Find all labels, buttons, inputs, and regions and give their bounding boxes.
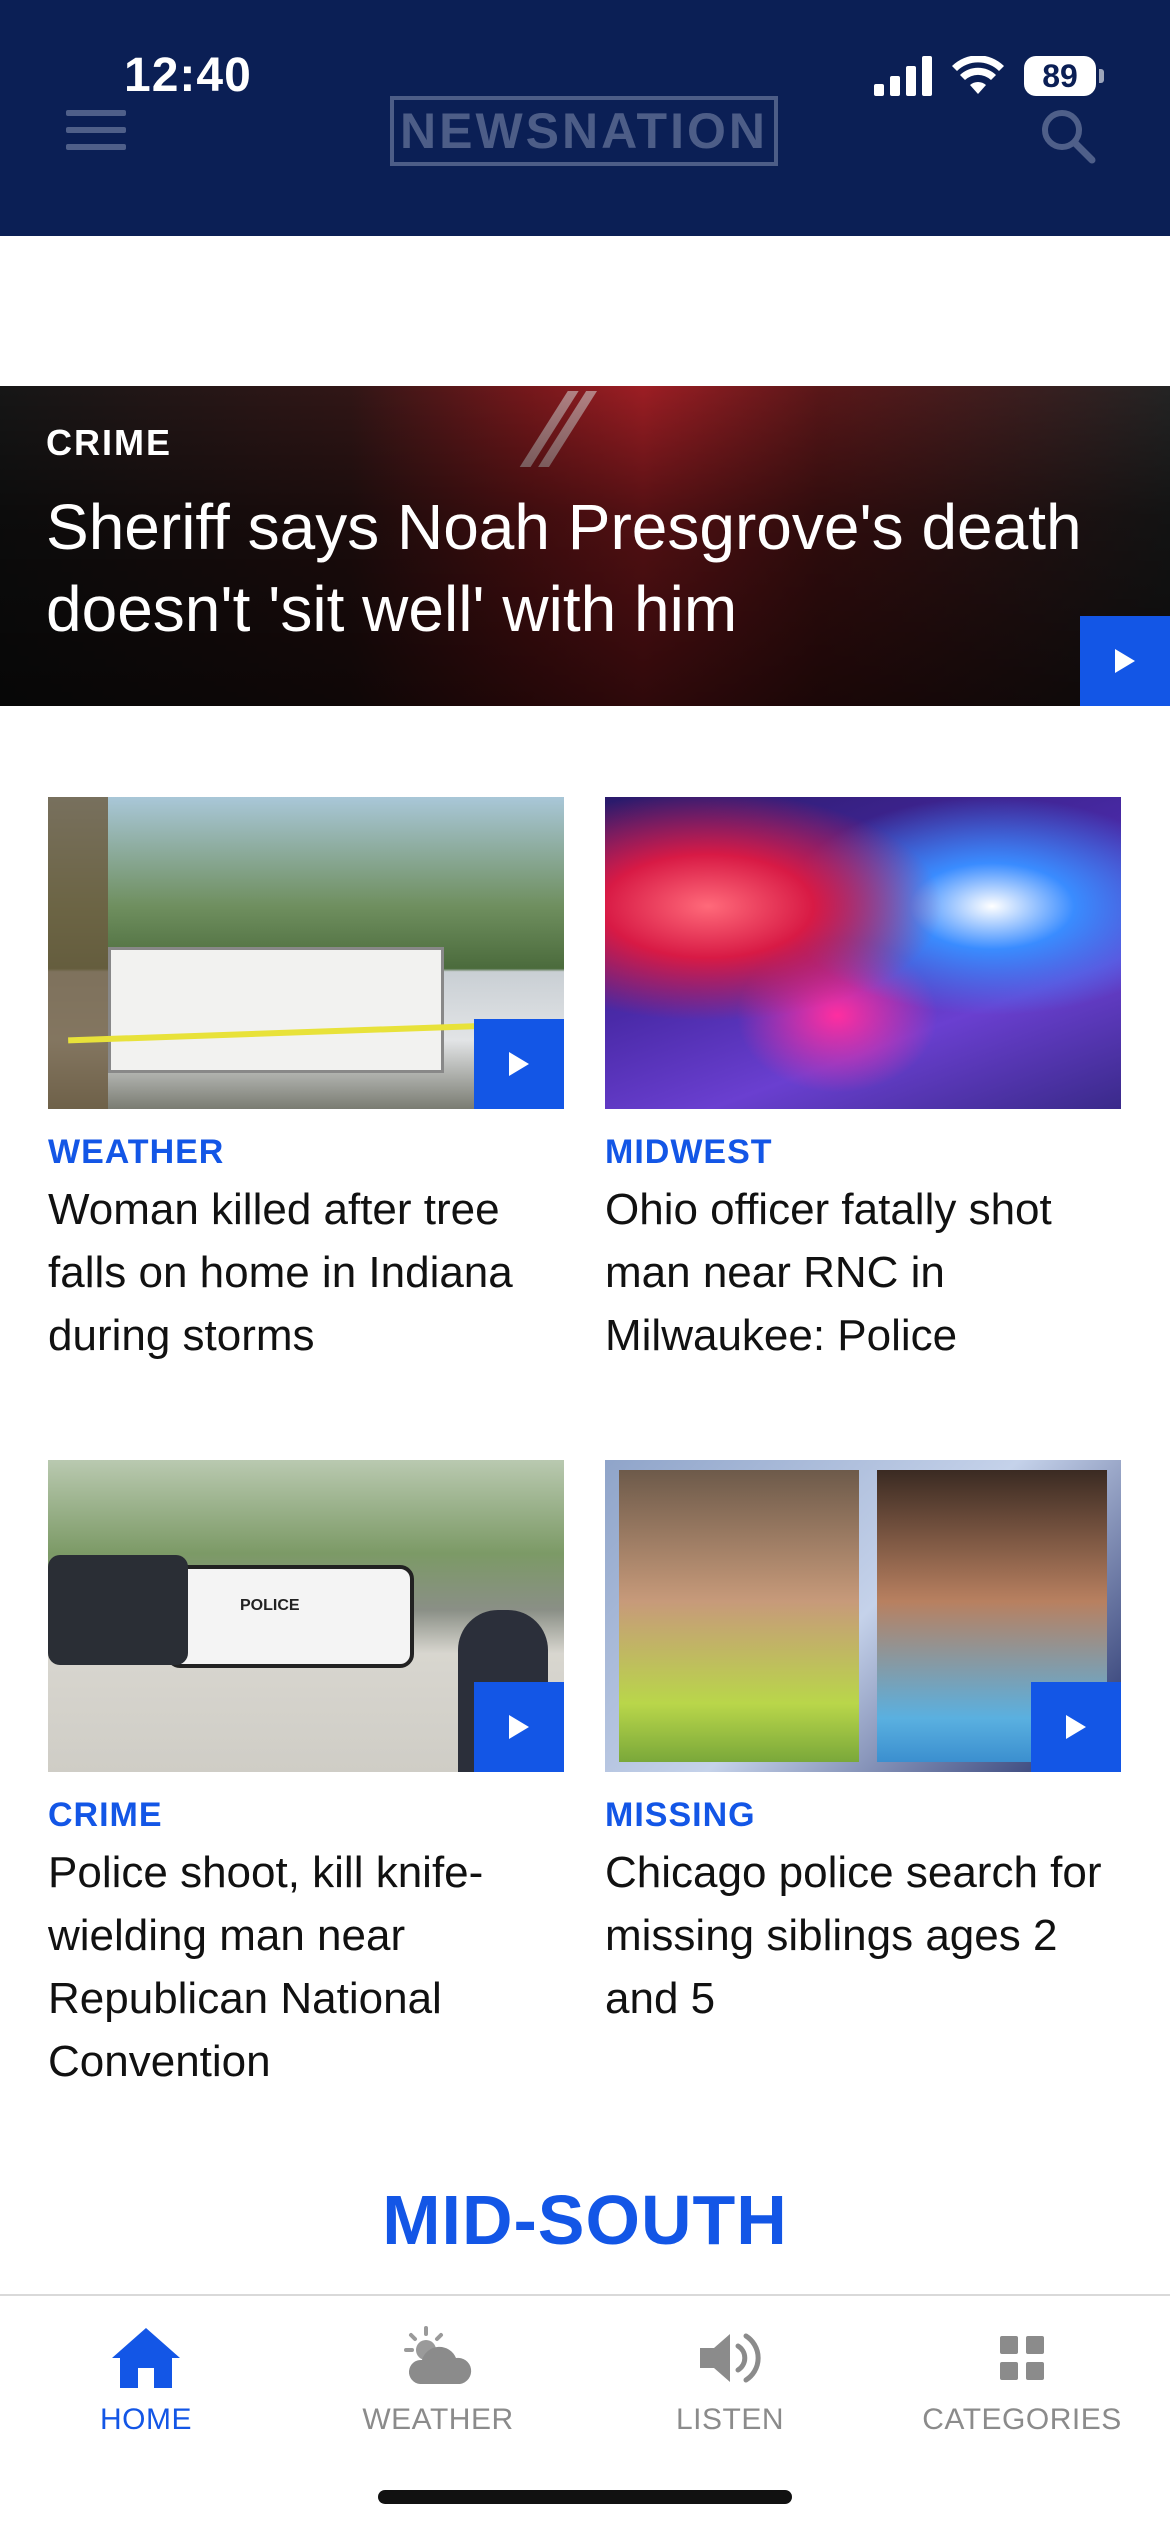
story-card-missing[interactable]: MISSING Chicago police search for missin… bbox=[605, 1460, 1121, 2030]
menu-line bbox=[66, 110, 126, 116]
speaker-icon bbox=[700, 2333, 761, 2383]
child-photo-left bbox=[619, 1470, 859, 1762]
story-title[interactable]: Chicago police search for missing siblin… bbox=[605, 1841, 1121, 2030]
story-thumbnail[interactable] bbox=[605, 797, 1121, 1109]
tree-trunk-shape bbox=[48, 797, 108, 1109]
menu-line bbox=[66, 144, 126, 150]
police-car-text: POLICE bbox=[240, 1597, 300, 1614]
story-card-midwest[interactable]: MIDWEST Ohio officer fatally shot man ne… bbox=[605, 797, 1121, 1367]
play-icon bbox=[1066, 1715, 1086, 1739]
home-icon bbox=[112, 2328, 180, 2388]
hero-category: CRIME bbox=[46, 422, 172, 463]
grid-icon bbox=[1000, 2336, 1044, 2380]
story-title[interactable]: Woman killed after tree falls on home in… bbox=[48, 1178, 564, 1367]
play-button[interactable] bbox=[474, 1019, 564, 1109]
police-car-shape: POLICE bbox=[166, 1565, 414, 1668]
play-icon bbox=[1115, 649, 1135, 673]
weather-icon bbox=[404, 2326, 472, 2384]
tab-home[interactable]: HOME bbox=[0, 2326, 292, 2437]
menu-line bbox=[66, 127, 126, 133]
story-title[interactable]: Ohio officer fatally shot man near RNC i… bbox=[605, 1178, 1121, 1367]
tab-label: CATEGORIES bbox=[922, 2403, 1122, 2436]
story-thumbnail[interactable] bbox=[48, 797, 564, 1109]
story-category[interactable]: MIDWEST bbox=[605, 1133, 1121, 1172]
wifi-icon bbox=[952, 56, 1004, 94]
suv-shape bbox=[48, 1555, 188, 1665]
story-category[interactable]: CRIME bbox=[48, 1796, 564, 1835]
app-header: 12:40 89 NEWSNATION bbox=[0, 0, 1170, 236]
tab-weather[interactable]: WEATHER bbox=[292, 2326, 584, 2437]
battery-indicator: 89 bbox=[1024, 56, 1104, 96]
menu-button[interactable] bbox=[66, 110, 126, 150]
story-card-crime[interactable]: POLICE CRIME Police shoot, kill knife-wi… bbox=[48, 1460, 564, 2093]
play-icon bbox=[509, 1715, 529, 1739]
house-shape bbox=[108, 947, 444, 1073]
play-icon bbox=[509, 1052, 529, 1076]
search-icon[interactable] bbox=[1040, 108, 1096, 164]
section-title[interactable]: MID-SOUTH bbox=[0, 2180, 1170, 2260]
story-category[interactable]: WEATHER bbox=[48, 1133, 564, 1172]
hero-story[interactable]: ⁄⁄ CRIME Sheriff says Noah Presgrove's d… bbox=[0, 386, 1170, 706]
story-card-weather[interactable]: WEATHER Woman killed after tree falls on… bbox=[48, 797, 564, 1367]
tab-label: HOME bbox=[100, 2403, 192, 2436]
newsnation-logo[interactable]: NEWSNATION bbox=[390, 96, 778, 166]
tab-listen[interactable]: LISTEN bbox=[584, 2326, 876, 2437]
status-time: 12:40 bbox=[124, 49, 252, 102]
tab-label: WEATHER bbox=[362, 2403, 514, 2436]
tab-categories[interactable]: CATEGORIES bbox=[876, 2326, 1168, 2437]
hero-title[interactable]: Sheriff says Noah Presgrove's death does… bbox=[46, 486, 1106, 650]
play-button[interactable] bbox=[1031, 1682, 1121, 1772]
story-title[interactable]: Police shoot, kill knife-wielding man ne… bbox=[48, 1841, 564, 2093]
signal-icon bbox=[874, 56, 932, 96]
hero-play-button[interactable] bbox=[1080, 616, 1170, 706]
tab-label: LISTEN bbox=[675, 2403, 785, 2436]
play-button[interactable] bbox=[474, 1682, 564, 1772]
story-thumbnail[interactable]: POLICE bbox=[48, 1460, 564, 1772]
story-category[interactable]: MISSING bbox=[605, 1796, 1121, 1835]
home-indicator bbox=[378, 2490, 792, 2504]
story-thumbnail[interactable] bbox=[605, 1460, 1121, 1772]
status-icons: 89 bbox=[874, 52, 1104, 100]
